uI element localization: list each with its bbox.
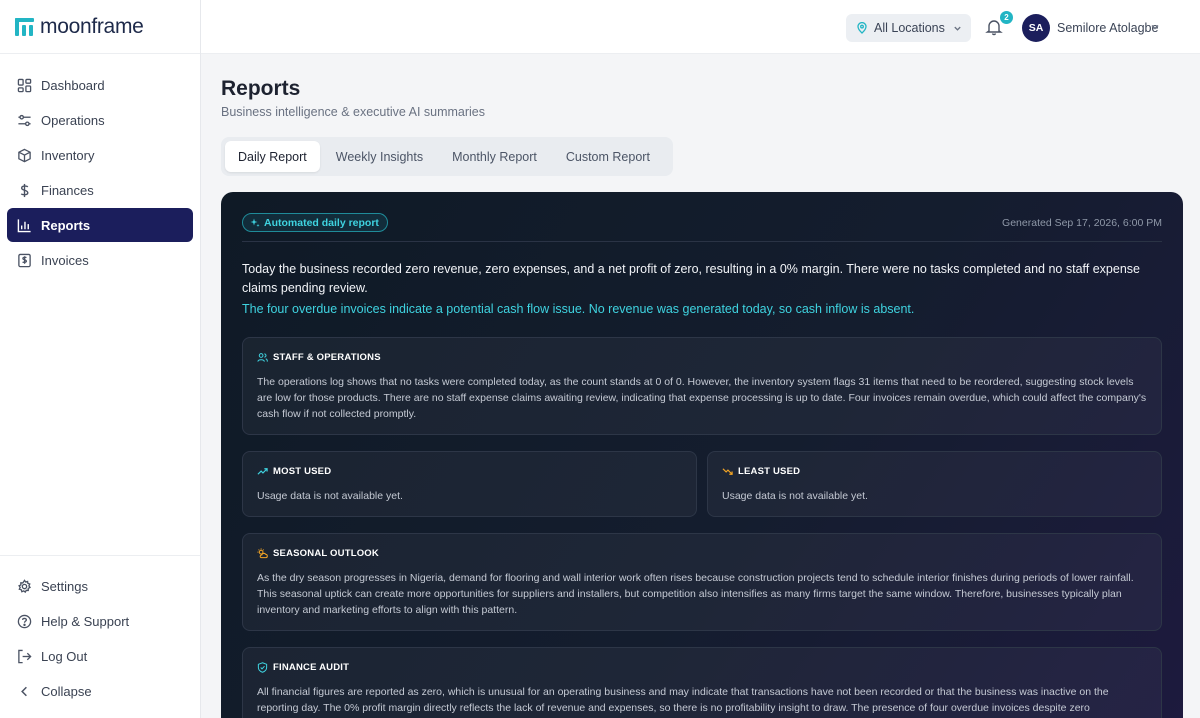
invoice-icon	[18, 253, 31, 267]
gear-icon	[18, 578, 31, 593]
brand-name: moonframe	[40, 14, 144, 38]
page-title: Reports	[221, 77, 301, 100]
card-title: LEAST USED	[738, 466, 801, 477]
sidebar-item-help[interactable]: Help & Support	[7, 604, 193, 638]
report-tabs: Daily Report Weekly Insights Monthly Rep…	[221, 137, 673, 176]
card-body: Usage data is not available yet.	[257, 490, 403, 502]
automated-report-badge: Automated daily report	[242, 213, 388, 232]
tab-weekly-insights[interactable]: Weekly Insights	[323, 141, 436, 172]
card-body: The operations log shows that no tasks w…	[257, 376, 1147, 420]
location-label: All Locations	[874, 21, 945, 35]
sparkle-icon	[250, 218, 260, 227]
sidebar-item-settings[interactable]: Settings	[7, 569, 193, 603]
card-body: All financial figures are reported as ze…	[257, 686, 1109, 714]
box-icon	[18, 148, 31, 162]
users-icon	[257, 353, 268, 362]
staff-operations-card: STAFF & OPERATIONS The operations log sh…	[242, 337, 1162, 435]
badge-label: Automated daily report	[264, 216, 379, 229]
card-title: FINANCE AUDIT	[273, 662, 350, 673]
card-header: FINANCE AUDIT	[257, 662, 349, 673]
tab-daily-report[interactable]: Daily Report	[225, 141, 320, 172]
sidebar-item-invoices[interactable]: Invoices	[7, 243, 193, 277]
location-selector[interactable]: All Locations	[846, 14, 971, 42]
generated-timestamp: Generated Sep 17, 2026, 6:00 PM	[1002, 217, 1162, 229]
sidebar-nav: Dashboard Operations Inventory Finances …	[7, 68, 193, 278]
card-header: STAFF & OPERATIONS	[257, 352, 381, 363]
sidebar-item-label: Log Out	[41, 648, 88, 664]
report-insight: The four overdue invoices indicate a pot…	[242, 302, 915, 316]
trending-down-icon	[722, 468, 733, 475]
chevron-down-icon	[954, 26, 961, 31]
card-header: MOST USED	[257, 466, 331, 477]
divider	[242, 241, 1162, 242]
sidebar-item-label: Finances	[41, 182, 94, 198]
chevron-down-icon[interactable]	[1150, 22, 1160, 32]
page-subtitle: Business intelligence & executive AI sum…	[221, 105, 486, 119]
notification-badge: 2	[1000, 11, 1013, 24]
map-pin-icon	[857, 22, 867, 34]
sliders-icon	[18, 114, 31, 126]
chevron-left-icon	[21, 686, 27, 696]
dashboard-icon	[17, 78, 32, 92]
logout-icon	[18, 649, 32, 663]
help-icon	[17, 614, 32, 628]
user-name[interactable]: Semilore Atolagbe	[1057, 21, 1158, 35]
sidebar-item-label: Settings	[41, 578, 88, 594]
sidebar-item-label: Invoices	[41, 252, 89, 268]
card-title: SEASONAL OUTLOOK	[273, 548, 379, 559]
shield-check-icon	[257, 662, 268, 673]
sidebar-item-dashboard[interactable]: Dashboard	[7, 68, 193, 102]
most-used-card: MOST USED Usage data is not available ye…	[242, 451, 697, 517]
card-body: Usage data is not available yet.	[722, 490, 868, 502]
sidebar-item-label: Reports	[41, 217, 91, 233]
sidebar-item-operations[interactable]: Operations	[7, 103, 193, 137]
sidebar-bottom: Settings Help & Support Log Out Collapse	[0, 555, 200, 709]
brand[interactable]: moonframe	[0, 0, 200, 54]
sun-cloud-icon	[257, 548, 268, 559]
topbar: All Locations 2 SA Semilore Atolagbe	[201, 0, 1200, 54]
moonframe-logo-icon	[15, 17, 34, 36]
finance-audit-card: FINANCE AUDIT All financial figures are …	[242, 647, 1162, 718]
card-header: SEASONAL OUTLOOK	[257, 548, 379, 559]
sidebar-item-collapse[interactable]: Collapse	[7, 674, 193, 708]
card-title: STAFF & OPERATIONS	[273, 352, 381, 363]
card-title: MOST USED	[273, 466, 332, 477]
least-used-card: LEAST USED Usage data is not available y…	[707, 451, 1162, 517]
sidebar-item-label: Operations	[41, 112, 105, 128]
tab-custom-report[interactable]: Custom Report	[553, 141, 663, 172]
card-header: LEAST USED	[722, 466, 800, 477]
sidebar-item-reports[interactable]: Reports	[7, 208, 193, 242]
trending-up-icon	[257, 468, 268, 475]
sidebar-item-label: Inventory	[41, 147, 95, 163]
report-summary: Today the business recorded zero revenue…	[242, 262, 1140, 295]
avatar[interactable]: SA	[1022, 14, 1050, 42]
sidebar: moonframe Dashboard Operations Inventory…	[0, 0, 201, 718]
daily-report-panel: Automated daily report Generated Sep 17,…	[221, 192, 1183, 718]
sidebar-item-label: Dashboard	[41, 77, 105, 93]
sidebar-item-label: Help & Support	[41, 613, 130, 629]
sidebar-item-label: Collapse	[41, 683, 92, 699]
sidebar-item-inventory[interactable]: Inventory	[7, 138, 193, 172]
sidebar-item-logout[interactable]: Log Out	[7, 639, 193, 673]
tab-monthly-report[interactable]: Monthly Report	[439, 141, 550, 172]
card-body: As the dry season progresses in Nigeria,…	[257, 572, 1134, 616]
seasonal-outlook-card: SEASONAL OUTLOOK As the dry season progr…	[242, 533, 1162, 631]
dollar-icon	[20, 183, 29, 197]
bar-chart-icon	[17, 218, 31, 232]
sidebar-item-finances[interactable]: Finances	[7, 173, 193, 207]
